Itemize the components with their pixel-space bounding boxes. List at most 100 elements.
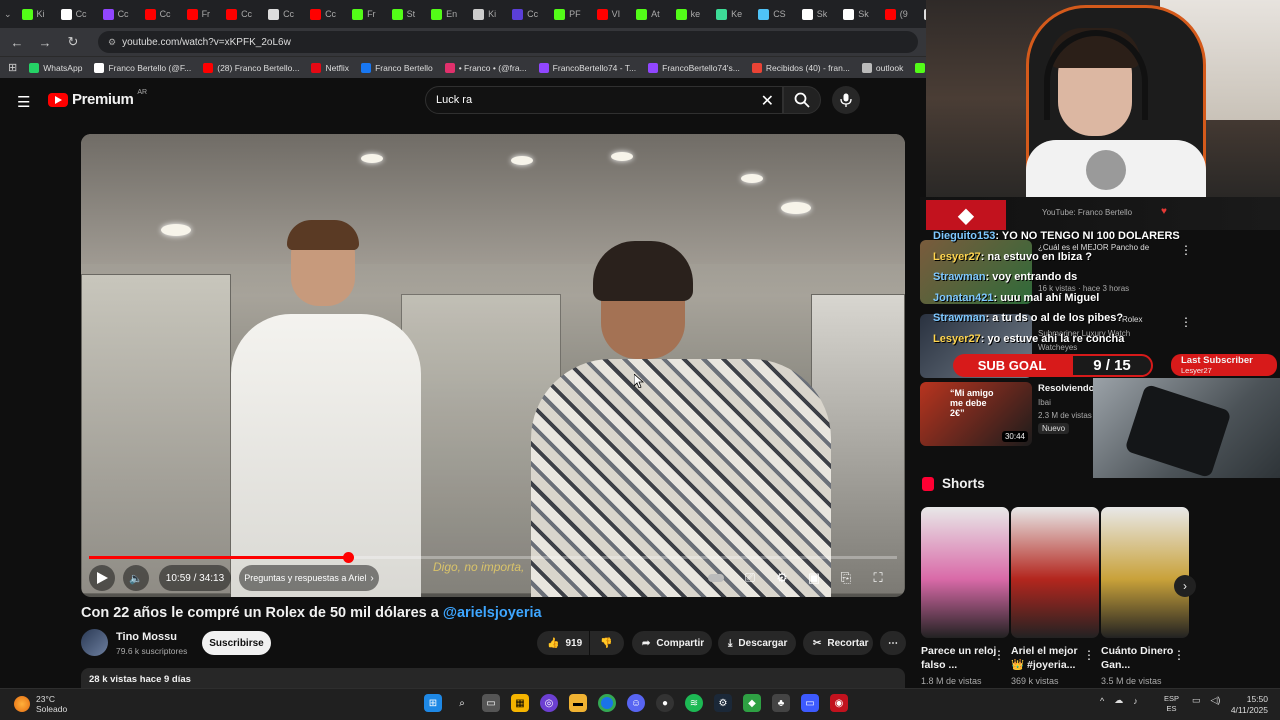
site-info-icon[interactable]: ⚙ (108, 37, 116, 48)
forward-icon[interactable]: → (36, 35, 54, 50)
clear-search-icon[interactable]: ✕ (761, 91, 774, 111)
subtitles-icon[interactable]: ⎚ (737, 565, 763, 591)
browser-tab[interactable]: Cc (55, 3, 93, 25)
browser-tab[interactable]: En (425, 3, 463, 25)
browser-tab[interactable]: Sk (796, 3, 834, 25)
short-title[interactable]: Parece un reloj falso ... (921, 644, 999, 672)
chevron-up-icon[interactable]: ^ (1100, 696, 1104, 706)
bookmark-item[interactable]: Franco Bertello (361, 62, 433, 73)
bookmark-item[interactable]: FrancoBertello74 - T... (538, 62, 636, 73)
weather-widget[interactable]: 23°C Soleado (14, 694, 67, 714)
volume-button[interactable]: 🔈 (123, 565, 149, 591)
steam-icon[interactable]: ⚙ (714, 694, 732, 712)
browser-tab[interactable]: At (630, 3, 666, 25)
more-vertical-icon[interactable]: ⋮ (1173, 648, 1185, 662)
browser-tab[interactable]: Fr (346, 3, 382, 25)
voice-search-button[interactable] (832, 86, 860, 114)
short-thumbnail[interactable] (1011, 507, 1099, 638)
bookmark-item[interactable]: • Franco • (@fra... (444, 62, 527, 73)
browser-tab[interactable]: Cc (304, 3, 342, 25)
menu-icon[interactable]: ☰ (17, 93, 30, 111)
language-indicator[interactable]: ESP ES (1164, 694, 1179, 714)
download-button[interactable]: ⤓ Descargar (718, 631, 796, 655)
tab-search-chevron-icon[interactable]: ⌄ (4, 9, 12, 20)
youtube-premium-logo[interactable]: Premium AR (48, 89, 147, 108)
short-title[interactable]: Cuánto Dinero Gan... (1101, 644, 1179, 672)
progress-bar[interactable] (89, 552, 897, 563)
address-bar[interactable]: ⚙ youtube.com/watch?v=xKPFK_2oL6w (98, 31, 918, 53)
app-icon[interactable]: ♣ (772, 694, 790, 712)
chevron-right-icon[interactable]: › (1174, 575, 1196, 597)
fullscreen-icon[interactable]: ⛶ (865, 565, 891, 591)
bookmark-item[interactable]: Aler (915, 62, 926, 73)
browser-tab[interactable]: Ki (16, 3, 51, 25)
task-view-icon[interactable]: ▭ (482, 694, 500, 712)
browser-tab[interactable]: (1 (918, 3, 926, 25)
bookmark-item[interactable]: Netflix (311, 62, 349, 73)
cast-icon[interactable]: ⎘ (833, 565, 859, 591)
mention-link[interactable]: @arielsjoyeria (443, 605, 542, 621)
browser-tab[interactable]: Cc (220, 3, 258, 25)
more-vertical-icon[interactable]: ⋮ (993, 648, 1005, 662)
clip-button[interactable]: ✂ Recortar (803, 631, 873, 655)
file-explorer-icon[interactable]: ▬ (569, 694, 587, 712)
more-vertical-icon[interactable]: ⋮ (1180, 315, 1192, 329)
github-icon[interactable]: ● (656, 694, 674, 712)
browser-tab[interactable]: ke (670, 3, 707, 25)
chapter-button[interactable]: Preguntas y respuestas a Ariel › (239, 565, 379, 591)
bookmark-item[interactable]: WhatsApp (29, 62, 82, 73)
browser-tab[interactable]: Ke (710, 3, 748, 25)
bookmark-item[interactable]: outlook (861, 62, 903, 73)
system-clock[interactable]: 15:50 4/11/2025 (1224, 694, 1268, 716)
short-thumbnail[interactable] (1101, 507, 1189, 638)
browser-tab[interactable]: Cc (262, 3, 300, 25)
chrome-icon[interactable] (598, 694, 616, 712)
browser-tab[interactable]: Cc (97, 3, 135, 25)
bookmark-item[interactable]: (28) Franco Bertello... (203, 62, 299, 73)
more-vertical-icon[interactable]: ⋮ (1180, 243, 1192, 257)
more-actions-button[interactable]: ⋯ (880, 631, 906, 655)
browser-tab[interactable]: PF (548, 3, 587, 25)
browser-tab[interactable]: CS (752, 3, 792, 25)
browser-tab[interactable]: Ki (467, 3, 502, 25)
browser-tab[interactable]: Cc (139, 3, 177, 25)
browser-tab[interactable]: St (386, 3, 422, 25)
browser-tab[interactable]: Fr (181, 3, 217, 25)
more-vertical-icon[interactable]: ⋮ (1083, 648, 1095, 662)
share-button[interactable]: ➦ Compartir (632, 631, 712, 655)
app-icon[interactable]: ◎ (540, 694, 558, 712)
bookmark-item[interactable]: Franco Bertello (@F... (94, 62, 191, 73)
search-button[interactable] (783, 86, 821, 114)
settings-gear-icon[interactable]: ⚙ (769, 565, 795, 591)
recommended-title[interactable]: Rolex (1122, 315, 1142, 324)
bookmark-item[interactable]: Recibidos (40) - fran... (751, 62, 850, 73)
search-icon[interactable]: ⌕ (453, 694, 471, 712)
microphone-icon[interactable]: ♪ (1133, 696, 1138, 706)
autoplay-toggle[interactable] (703, 565, 729, 591)
dislike-button[interactable]: 👎 (590, 631, 624, 655)
recommended-thumbnail[interactable]: “Mi amigo me debe 2€” 30:44 (920, 382, 1032, 446)
recommended-title[interactable]: Resolviendo (1038, 383, 1095, 394)
play-button[interactable] (89, 565, 115, 591)
discord-icon[interactable]: ☺ (627, 694, 645, 712)
bookmark-item[interactable]: FrancoBertello74's... (648, 62, 740, 73)
reload-icon[interactable]: ↻ (64, 34, 82, 50)
store-icon[interactable]: ▦ (511, 694, 529, 712)
app-icon[interactable]: ◆ (743, 694, 761, 712)
browser-tab[interactable]: VI (591, 3, 627, 25)
browser-tab[interactable]: Sk (837, 3, 875, 25)
back-icon[interactable]: ← (8, 35, 26, 50)
like-button[interactable]: 👍 919 (537, 631, 589, 655)
short-title[interactable]: Ariel el mejor 👑 #joyeria... (1011, 644, 1089, 672)
volume-icon[interactable]: ◁) (1211, 695, 1221, 706)
apps-grid-icon[interactable]: ⊞ (8, 61, 17, 74)
monitor-icon[interactable]: ▭ (801, 694, 819, 712)
video-player[interactable]: Digo, no importa, 🔈 10:59 / 34:13 Pregun… (81, 134, 905, 597)
channel-name[interactable]: Tino Mossu (116, 631, 177, 643)
subscribe-button[interactable]: Suscribirse (202, 631, 271, 655)
search-input[interactable] (436, 94, 736, 106)
miniplayer-icon[interactable]: ▣ (801, 565, 827, 591)
browser-tab[interactable]: Cc (506, 3, 544, 25)
channel-avatar[interactable] (81, 629, 108, 656)
short-thumbnail[interactable] (921, 507, 1009, 638)
